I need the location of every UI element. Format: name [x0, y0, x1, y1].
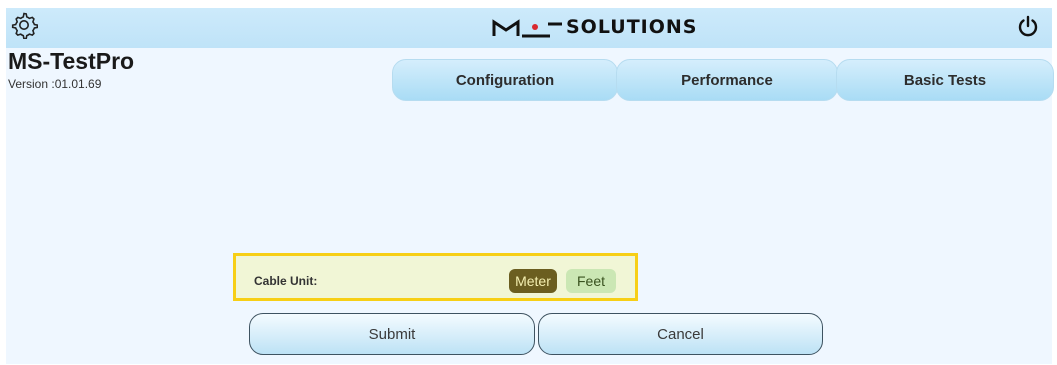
app-frame: SOLUTIONS MS-TestPro Version :01.01.69 C…	[6, 8, 1054, 364]
app-title: MS-TestPro	[8, 48, 135, 74]
gear-icon[interactable]	[10, 11, 38, 39]
cable-unit-label: Cable Unit:	[254, 274, 318, 288]
logo-text: SOLUTIONS	[566, 16, 698, 38]
ms-solutions-logo: SOLUTIONS	[492, 12, 697, 42]
submit-button[interactable]: Submit	[249, 313, 535, 355]
cable-unit-panel: Cable Unit: Meter Feet	[233, 253, 638, 301]
tab-basic-tests[interactable]: Basic Tests	[836, 59, 1054, 101]
header-bar: SOLUTIONS	[6, 8, 1052, 48]
meter-option[interactable]: Meter	[509, 269, 557, 293]
tab-performance[interactable]: Performance	[616, 59, 838, 101]
version-label: Version :01.01.69	[8, 77, 102, 91]
cancel-button[interactable]: Cancel	[538, 313, 823, 355]
tab-configuration[interactable]: Configuration	[392, 59, 618, 101]
power-icon[interactable]	[1016, 14, 1040, 38]
ms-logo-mark	[492, 19, 562, 38]
feet-option[interactable]: Feet	[566, 269, 616, 293]
